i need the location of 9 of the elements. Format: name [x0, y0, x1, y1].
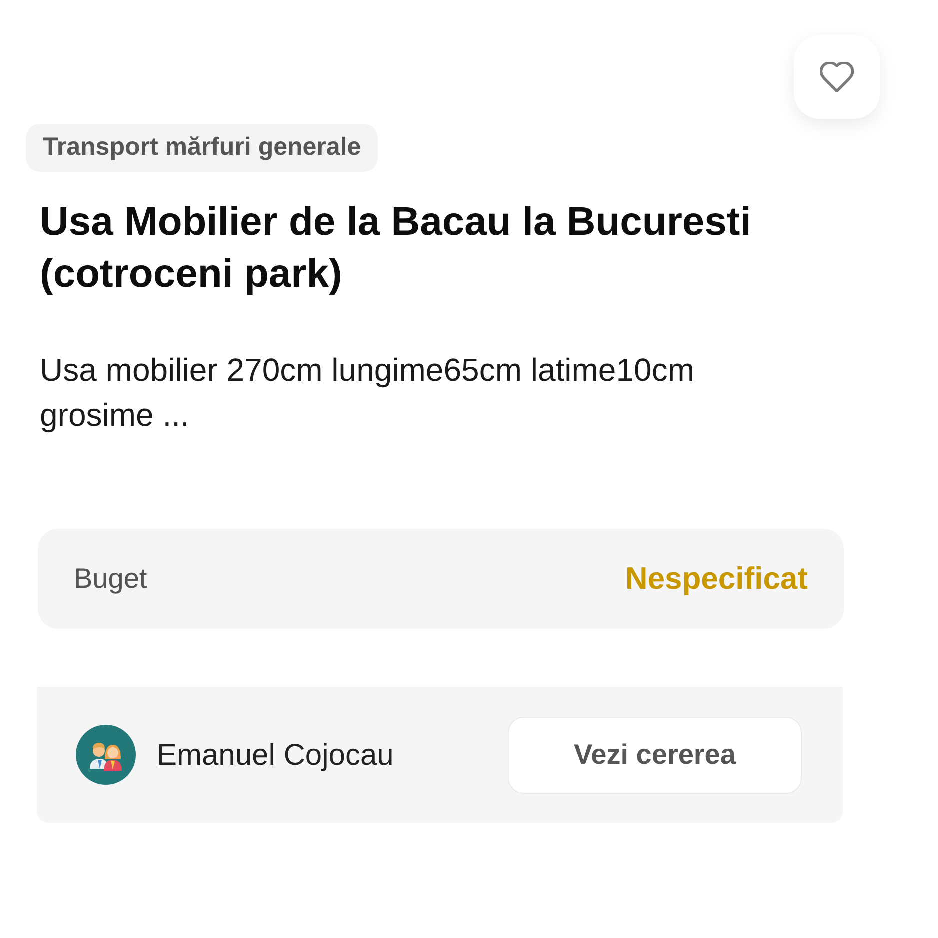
requester-name: Emanuel Cojocau [157, 738, 394, 774]
favorite-button[interactable] [794, 35, 880, 119]
view-request-button[interactable]: Vezi cererea [508, 716, 802, 794]
request-description: Usa mobilier 270cm lungime65cm latime10cm grosime ... [40, 351, 696, 435]
people-avatar-icon [76, 725, 136, 785]
budget-label: Buget [74, 562, 148, 596]
category-tag: Transport mărfuri generale [26, 124, 378, 172]
request-title: Usa Mobilier de la Bacau la Bucuresti (cotroceni park) [40, 199, 752, 298]
budget-value: Nespecificat [625, 560, 808, 598]
